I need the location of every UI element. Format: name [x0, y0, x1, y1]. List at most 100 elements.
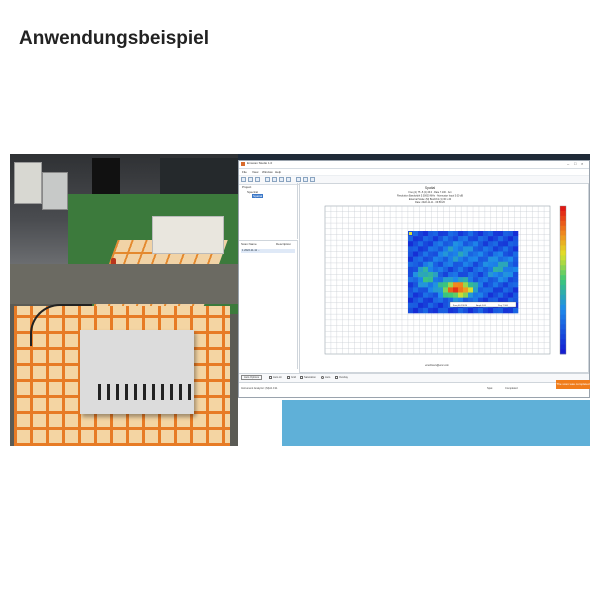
heatmap-cell: [433, 251, 439, 257]
heatmap-cell: [468, 266, 474, 273]
heatmap-cell: [473, 261, 479, 268]
heatmap-cell: [433, 297, 439, 304]
menu-window[interactable]: Window: [262, 170, 273, 174]
tree-item-spatial[interactable]: Spatial: [252, 194, 264, 198]
heatmap-cell: [433, 292, 439, 298]
checkbox-overlay[interactable]: [335, 376, 338, 379]
spatial-scan-plot: Spatial Freq (1) 75 -5 (2) 46.0 · Rate 7.…: [299, 183, 589, 373]
heatmap-cell: [463, 236, 469, 242]
heatmap-cell: [498, 307, 504, 314]
col-scan-name[interactable]: Scan Name: [241, 242, 257, 246]
heatmap-cell: [448, 256, 454, 263]
heatmap-cell: [413, 246, 419, 252]
heatmap-cell: [468, 231, 474, 237]
radio-auto[interactable]: [321, 376, 324, 379]
heatmap-cell: [493, 292, 499, 298]
heatmap-cell: [488, 241, 494, 247]
heatmap-cell: [443, 282, 449, 288]
heatmap-cell: [503, 272, 509, 278]
checkbox-grid[interactable]: [287, 376, 290, 379]
scan-completed-notification[interactable]: The scan was completed !: [556, 380, 590, 395]
checkbox-auto-hi[interactable]: [269, 376, 272, 379]
col-description[interactable]: Description: [276, 242, 291, 246]
tree-root-project[interactable]: Project: [242, 185, 251, 189]
color-scale-step: [560, 329, 566, 335]
color-scale-step: [560, 265, 566, 271]
maximize-icon[interactable]: □: [574, 162, 576, 166]
heatmap-cell: [458, 272, 464, 278]
heatmap-cell: [488, 307, 494, 314]
heatmap-cell: [413, 307, 419, 314]
device-under-test-closeup: [80, 330, 194, 414]
heatmap-cell: [473, 292, 479, 298]
heatmap-cell: [503, 266, 509, 273]
checkbox-saturation[interactable]: [300, 376, 303, 379]
label-overlay: Overlay: [339, 376, 348, 379]
menu-help[interactable]: Help: [275, 170, 281, 174]
heatmap-cell: [463, 292, 469, 298]
heatmap-cell: [413, 231, 419, 237]
export-icon[interactable]: [310, 177, 315, 182]
application-example-image: Emscan Studio 1.0 – □ × File View Window…: [10, 154, 590, 446]
menu-file[interactable]: File: [242, 170, 247, 174]
heatmap-cell: [458, 282, 464, 288]
scan-table: Scan Name Description 1 2022-11-11 ...: [239, 240, 298, 369]
heatmap-cell: [458, 292, 464, 298]
heatmap-cell: [438, 241, 444, 247]
minimize-icon[interactable]: –: [567, 162, 569, 166]
heatmap-cell: [483, 256, 489, 263]
heatmap-cell: [443, 266, 449, 273]
heatmap-cell: [423, 256, 429, 263]
heatmap-cell: [473, 266, 479, 273]
heatmap-cell: [503, 256, 509, 263]
heatmap-cell: [413, 266, 419, 273]
zoom-icon[interactable]: [279, 177, 284, 182]
heatmap-cell: [413, 277, 419, 283]
new-icon[interactable]: [241, 177, 246, 182]
label-auto-hi: Auto Hi: [273, 376, 282, 379]
heatmap-cell: [443, 261, 449, 268]
open-icon[interactable]: [248, 177, 253, 182]
color-scale-step: [560, 220, 566, 227]
marker-ampl: Ampl 4.00: [476, 304, 487, 307]
heatmap-cell: [448, 236, 454, 242]
heatmap-cell: [458, 277, 464, 283]
heatmap-cell: [438, 292, 444, 298]
stop-icon[interactable]: [272, 177, 277, 182]
page-heading: Anwendungsbeispiel: [19, 28, 210, 49]
grid-icon[interactable]: [296, 177, 301, 182]
heatmap-cell: [478, 251, 484, 257]
heatmap-cell: [438, 297, 444, 304]
heatmap-cell: [443, 251, 449, 257]
heatmap-cell: [438, 287, 444, 293]
heatmap-cell: [428, 256, 434, 263]
heatmap-cell: [508, 287, 514, 293]
heatmap-cell: [463, 246, 469, 252]
settings-icon[interactable]: [286, 177, 291, 182]
options-dropdown[interactable]: Auto Options: [241, 375, 262, 380]
heatmap-cell: [493, 231, 499, 237]
heatmap-cell: [418, 302, 424, 309]
save-icon[interactable]: [255, 177, 260, 182]
heatmap-cell: [448, 272, 454, 278]
heatmap-cell: [483, 231, 489, 237]
heatmap-cell: [503, 282, 509, 288]
menu-view[interactable]: View: [252, 170, 258, 174]
heatmap-cell: [468, 272, 474, 278]
heatmap-cell: [423, 251, 429, 257]
table-row[interactable]: 1 2022-11-11 ...: [241, 249, 295, 253]
heatmap-cell: [428, 261, 434, 268]
heatmap-cell: [448, 231, 454, 237]
play-icon[interactable]: [265, 177, 270, 182]
heatmap-cell: [488, 261, 494, 268]
heatmap-cell: [428, 272, 434, 278]
heatmap-cell: [478, 256, 484, 263]
heatmap-cell: [503, 241, 509, 247]
heatmap-cell: [433, 241, 439, 247]
close-icon[interactable]: ×: [581, 162, 583, 166]
color-scale-step: [560, 255, 566, 261]
color-icon[interactable]: [303, 177, 308, 182]
heatmap-cell: [508, 277, 514, 283]
heatmap-cell: [438, 251, 444, 257]
heatmap-cell: [433, 266, 439, 273]
